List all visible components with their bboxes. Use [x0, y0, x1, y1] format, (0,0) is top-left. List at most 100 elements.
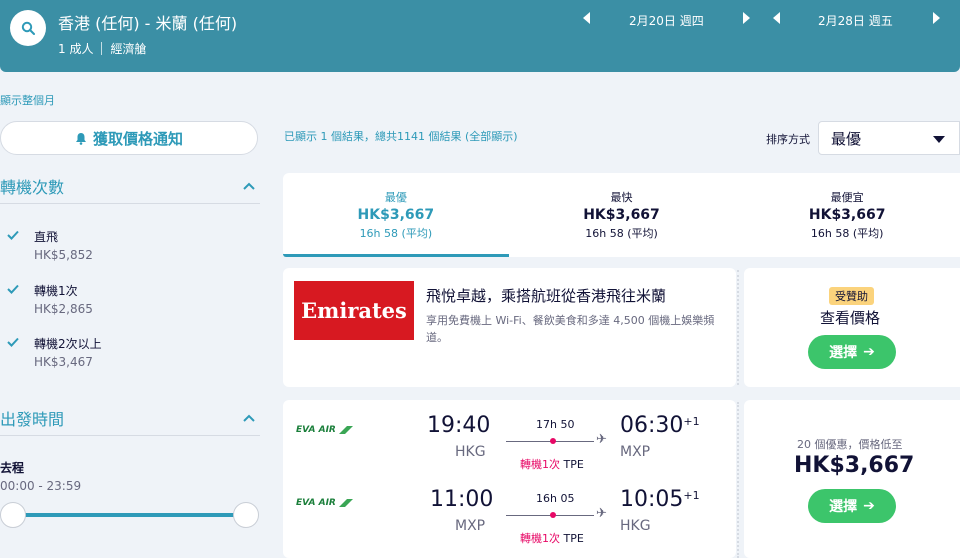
stops-filter-title: 轉機次數 — [0, 178, 65, 197]
depart-time: 11:00 — [430, 487, 494, 512]
depart-time-filter-header[interactable]: 出發時間 — [0, 403, 260, 433]
stop-option-1-stop[interactable]: 轉機1次 HK$2,865 — [6, 280, 246, 320]
depart-time: 19:40 — [427, 413, 491, 438]
tab-cheapest[interactable]: 最便宜 HK$3,667 16h 58 (平均) — [734, 173, 960, 257]
plane-icon: ✈ — [596, 506, 607, 521]
tab-best[interactable]: 最優 HK$3,667 16h 58 (平均) — [283, 173, 509, 257]
tab-label: 最便宜 — [830, 191, 864, 204]
stops-count: 轉機1次 — [520, 458, 560, 471]
tab-price: HK$3,667 — [808, 207, 886, 223]
airline-name: EVA AIR — [296, 498, 336, 508]
show-whole-month-link[interactable]: 顯示整個月 — [0, 92, 55, 108]
prev-return-date-icon — [773, 12, 780, 24]
checkmark-icon — [7, 284, 19, 294]
day-offset: +1 — [683, 489, 700, 502]
sponsored-badge: 受贊助 — [829, 287, 874, 305]
leg-stops: 轉機1次 TPE — [520, 530, 584, 546]
stopover-airport: TPE — [563, 532, 584, 545]
divider — [0, 203, 260, 204]
checkmark-icon — [7, 337, 19, 347]
bell-icon — [75, 132, 86, 145]
stop-option-price: HK$5,852 — [34, 248, 93, 262]
next-return-date[interactable] — [933, 12, 940, 24]
ad-title: 飛悅卓越，乘搭航班從香港飛往米蘭 — [426, 287, 667, 305]
tab-duration: 16h 58 (平均) — [810, 227, 884, 240]
eva-air-logo: EVA AIR — [296, 498, 353, 508]
depart-time-filter-title: 出發時間 — [0, 410, 65, 429]
stop-option-2plus-stops[interactable]: 轉機2次以上 HK$3,467 — [6, 333, 246, 373]
eva-air-wing-icon — [338, 499, 353, 507]
results-count[interactable]: 已顯示 1 個結果，總共1141 個結果 (全部顯示) — [284, 128, 518, 144]
checkbox[interactable] — [6, 228, 20, 242]
depart-date[interactable]: 2月20日 週四 — [629, 12, 704, 29]
stop-dot — [550, 512, 556, 518]
stop-option-price: HK$2,865 — [34, 302, 93, 316]
leg-duration: 16h 05 — [536, 492, 575, 505]
depart-airport: HKG — [455, 444, 486, 460]
tab-price: HK$3,667 — [583, 207, 660, 223]
caret-down-icon — [933, 136, 945, 143]
deals-count: 20 個優惠，價格低至 — [797, 438, 903, 451]
stops-filter-header[interactable]: 轉機次數 — [0, 171, 260, 201]
checkbox[interactable] — [6, 335, 20, 349]
time-slider-track[interactable] — [12, 513, 246, 517]
tab-price: HK$3,667 — [357, 207, 435, 223]
tab-fastest[interactable]: 最快 HK$3,667 16h 58 (平均) — [509, 173, 735, 257]
search-icon — [21, 21, 35, 35]
tab-duration: 16h 58 (平均) — [359, 227, 433, 240]
arrow-right-icon: ➔ — [863, 344, 875, 360]
divider — [737, 402, 739, 558]
divider — [0, 435, 260, 436]
itinerary-price: HK$3,667 — [794, 453, 915, 478]
return-date[interactable]: 2月28日 週五 — [818, 12, 893, 29]
arrive-time-value: 10:05 — [620, 487, 684, 512]
tab-label: 最快 — [610, 191, 633, 204]
depart-airport: MXP — [455, 518, 486, 534]
passenger-count: 1 成人 — [58, 42, 94, 56]
stop-option-label: 轉機2次以上 — [34, 337, 102, 351]
eva-air-logo: EVA AIR — [296, 425, 353, 435]
stops-count: 轉機1次 — [520, 532, 560, 545]
next-depart-date-icon — [743, 12, 750, 24]
checkmark-icon — [7, 230, 19, 240]
leg-stops: 轉機1次 TPE — [520, 456, 584, 472]
traveller-summary[interactable]: 1 成人 經濟艙 — [58, 40, 146, 57]
route-title[interactable]: 香港 (任何) - 米蘭 (任何) — [58, 10, 237, 34]
plane-icon: ✈ — [596, 432, 607, 447]
itinerary-price-panel — [744, 400, 960, 558]
time-slider-end-handle[interactable] — [233, 502, 259, 528]
sort-label: 排序方式 — [766, 133, 810, 146]
arrive-airport: HKG — [620, 518, 651, 534]
itinerary-select-button[interactable]: 選擇 ➔ — [808, 489, 896, 523]
search-header: 香港 (任何) - 米蘭 (任何) 1 成人 經濟艙 2月20日 週四 2月28… — [0, 0, 960, 72]
emirates-logo: Emirates — [294, 281, 414, 340]
price-alert-button[interactable]: 獲取價格通知 — [0, 121, 258, 155]
stop-option-label: 轉機1次 — [34, 284, 78, 298]
arrive-time: 06:30+1 — [620, 413, 700, 438]
checkbox[interactable] — [6, 282, 20, 296]
ad-select-button[interactable]: 選擇 ➔ — [808, 335, 896, 369]
sort-tabs: 最優 HK$3,667 16h 58 (平均) 最快 HK$3,667 16h … — [283, 173, 960, 257]
arrow-right-icon: ➔ — [863, 498, 875, 514]
time-range-value: 00:00 - 23:59 — [0, 479, 82, 493]
stop-dot — [550, 438, 556, 444]
cabin-class: 經濟艙 — [110, 42, 147, 56]
sort-select[interactable]: 最優 — [818, 121, 960, 155]
search-button[interactable] — [10, 10, 46, 46]
tab-duration: 16h 58 (平均) — [585, 227, 658, 240]
stop-option-label: 直飛 — [34, 230, 59, 244]
select-label: 選擇 — [829, 499, 858, 515]
divider — [101, 42, 103, 55]
time-slider-start-handle[interactable] — [0, 502, 26, 528]
divider — [737, 270, 739, 385]
arrive-time-value: 06:30 — [620, 413, 684, 438]
stop-option-price: HK$3,467 — [34, 355, 93, 369]
sort-value: 最優 — [831, 129, 862, 148]
outbound-label: 去程 — [0, 461, 25, 475]
airline-name: EVA AIR — [296, 425, 336, 435]
next-depart-date[interactable] — [743, 12, 750, 24]
stop-option-direct[interactable]: 直飛 HK$5,852 — [6, 226, 246, 266]
prev-depart-date-icon[interactable] — [583, 12, 590, 24]
chevron-up-icon — [243, 182, 255, 190]
prev-return-date[interactable] — [773, 12, 780, 24]
